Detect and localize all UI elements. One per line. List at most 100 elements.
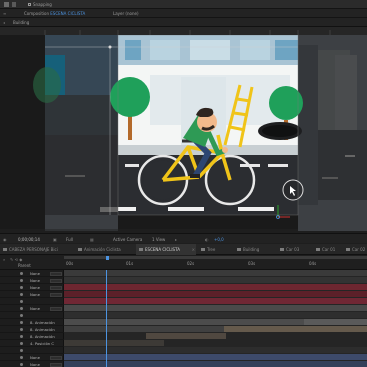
tab-layer[interactable]: Layer (none)	[113, 11, 139, 16]
layer-bar[interactable]	[146, 333, 226, 339]
eye-icon[interactable]	[20, 307, 23, 310]
eye-icon[interactable]	[20, 321, 23, 324]
layer-row[interactable]: None	[0, 270, 64, 277]
reset-exposure-icon[interactable]: ◐	[205, 237, 209, 242]
layer-bar[interactable]	[64, 284, 367, 290]
layer-bar[interactable]	[64, 361, 367, 367]
eye-icon[interactable]	[20, 363, 23, 366]
parent-value[interactable]: 8. Animación	[30, 327, 55, 332]
eye-icon[interactable]	[20, 342, 23, 345]
tool-icon[interactable]	[4, 2, 9, 7]
tab-car-03[interactable]: Car 03	[277, 244, 310, 255]
tab-label: Animación Ciclista	[84, 247, 121, 252]
menu-icon[interactable]: ≡	[3, 11, 6, 16]
exposure-value[interactable]: +0,0	[214, 237, 224, 242]
eye-icon[interactable]	[20, 293, 23, 296]
views-select[interactable]: 1 View	[152, 237, 165, 242]
layer-bar[interactable]	[64, 354, 367, 360]
parent-dropdown[interactable]	[50, 292, 62, 297]
time-ruler[interactable]: 00s 01s 02s 03s 04s	[64, 256, 367, 270]
breadcrumb-item[interactable]: Building	[13, 20, 29, 25]
tool-icons[interactable]: ✎ ⟲ ◆	[10, 257, 22, 262]
camera-icon[interactable]: ▣	[53, 237, 57, 242]
layer-row[interactable]: 8. Animación	[0, 319, 64, 326]
layer-bar[interactable]	[64, 326, 224, 332]
layer-bar[interactable]	[304, 319, 367, 325]
layer-bar[interactable]	[64, 305, 367, 311]
region-icon[interactable]: ▦	[90, 237, 94, 242]
layer-row[interactable]: None	[0, 354, 64, 361]
parent-value[interactable]: 8. Animación	[30, 334, 55, 339]
layer-row[interactable]: None	[0, 277, 64, 284]
eye-icon[interactable]	[20, 356, 23, 359]
parent-value[interactable]: None	[30, 278, 40, 283]
layer-bar[interactable]	[64, 319, 304, 325]
eye-icon[interactable]	[20, 272, 23, 275]
layer-bar[interactable]	[64, 312, 367, 318]
work-area-bar[interactable]	[64, 256, 367, 259]
after-effects-window: Snapping ≡ Composition ESCENA CICLISTA L…	[0, 0, 367, 367]
parent-dropdown[interactable]	[50, 285, 62, 290]
fast-preview-icon[interactable]: ▸	[175, 237, 177, 242]
layer-row[interactable]	[0, 312, 64, 319]
layer-bar[interactable]	[64, 340, 164, 346]
layer-row[interactable]: None	[0, 305, 64, 312]
layer-row[interactable]	[0, 347, 64, 354]
tab-tree[interactable]: Tree	[198, 244, 231, 255]
parent-dropdown[interactable]	[50, 306, 62, 311]
layer-row[interactable]: 4. Posición C	[0, 340, 64, 347]
snapping-checkbox[interactable]	[28, 3, 31, 6]
parent-value[interactable]: None	[30, 271, 40, 276]
layer-row[interactable]: 8. Animación	[0, 333, 64, 340]
layer-bar[interactable]	[64, 291, 367, 297]
tab-composition[interactable]: Composition ESCENA CICLISTA	[24, 11, 85, 16]
parent-dropdown[interactable]	[50, 271, 62, 276]
tab-building[interactable]: Building	[234, 244, 272, 255]
tab-car-02[interactable]: Car 02	[343, 244, 367, 255]
close-icon[interactable]: ×	[192, 247, 195, 252]
composition-viewer[interactable]	[0, 35, 367, 231]
ruler-mark: 01s	[126, 261, 134, 266]
parent-dropdown[interactable]	[50, 278, 62, 283]
parent-value[interactable]: 4. Posición C	[30, 341, 54, 346]
tool-icon[interactable]	[12, 2, 16, 7]
eye-icon[interactable]	[20, 314, 23, 317]
eye-icon[interactable]	[20, 300, 23, 303]
eye-icon[interactable]	[20, 349, 23, 352]
parent-value[interactable]: None	[30, 362, 40, 367]
layer-row[interactable]: None	[0, 361, 64, 367]
layer-bar[interactable]	[64, 277, 367, 283]
parent-value[interactable]: None	[30, 285, 40, 290]
camera-select[interactable]: Active Camera	[113, 237, 142, 242]
tab-animacion-ciclista[interactable]: Animación Ciclista	[75, 244, 133, 255]
layer-bar[interactable]	[64, 347, 367, 353]
parent-dropdown[interactable]	[50, 355, 62, 360]
layer-row[interactable]: None	[0, 284, 64, 291]
layer-bar[interactable]	[224, 326, 367, 332]
layer-bar[interactable]	[64, 270, 367, 276]
eye-icon[interactable]	[20, 279, 23, 282]
eye-icon[interactable]	[20, 335, 23, 338]
playhead-line[interactable]	[106, 270, 107, 367]
eye-icon[interactable]	[20, 328, 23, 331]
parent-value[interactable]: 8. Animación	[30, 320, 55, 325]
playhead-handle[interactable]	[106, 256, 109, 260]
layer-row[interactable]	[0, 298, 64, 305]
timeline-tracks[interactable]	[64, 270, 367, 367]
tab-label: Car 02	[352, 247, 366, 252]
resolution-select[interactable]: Full	[66, 237, 73, 242]
magnify-icon[interactable]: ◉	[3, 237, 7, 242]
tab-car-01[interactable]: Car 01	[313, 244, 341, 255]
search-icon[interactable]: ⌕	[3, 257, 5, 262]
parent-value[interactable]: None	[30, 292, 40, 297]
parent-value[interactable]: None	[30, 355, 40, 360]
timecode[interactable]: 0;00;00;14	[18, 237, 40, 242]
layer-bar[interactable]	[64, 298, 367, 304]
tab-cabeza-personaje-bici[interactable]: CABEZA PERSONAJE Bici	[0, 244, 70, 255]
tab-escena-ciclista[interactable]: ESCENA CICLISTA ×	[136, 244, 196, 255]
eye-icon[interactable]	[20, 286, 23, 289]
layer-row[interactable]: None	[0, 291, 64, 298]
parent-dropdown[interactable]	[50, 362, 62, 367]
layer-row[interactable]: 8. Animación	[0, 326, 64, 333]
parent-value[interactable]: None	[30, 306, 40, 311]
